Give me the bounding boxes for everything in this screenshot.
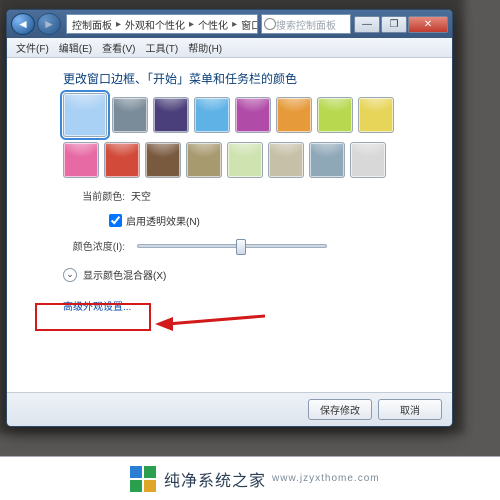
advanced-appearance-link[interactable]: 高级外观设置... bbox=[63, 298, 131, 313]
color-swatch[interactable] bbox=[153, 97, 189, 133]
intensity-label: 颜色浓度(I): bbox=[63, 238, 125, 253]
chevron-right-icon: ▸ bbox=[185, 19, 198, 30]
color-swatch[interactable] bbox=[194, 97, 230, 133]
transparency-label: 启用透明效果(N) bbox=[126, 213, 200, 228]
titlebar: ◄ ► 控制面板 ▸ 外观和个性化 ▸ 个性化 ▸ 窗口颜色和外观 搜索控制面板… bbox=[7, 10, 452, 38]
chevron-right-icon: ▸ bbox=[228, 19, 241, 30]
color-swatch[interactable] bbox=[235, 97, 271, 133]
dialog-footer: 保存修改 取消 bbox=[7, 392, 452, 426]
nav-forward-button[interactable]: ► bbox=[37, 13, 61, 35]
watermark: 纯净系统之家 www.jzyxthome.com bbox=[0, 456, 500, 500]
color-mixer-expander[interactable]: ⌄ 显示颜色混合器(X) bbox=[63, 267, 428, 282]
breadcrumb-seg[interactable]: 控制面板 bbox=[72, 17, 112, 32]
color-swatch[interactable] bbox=[276, 97, 312, 133]
intensity-slider[interactable] bbox=[137, 244, 327, 248]
save-button[interactable]: 保存修改 bbox=[308, 399, 372, 420]
color-row-2 bbox=[63, 142, 428, 178]
chevron-down-icon: ⌄ bbox=[63, 268, 77, 282]
transparency-checkbox[interactable] bbox=[109, 214, 122, 227]
personalization-window: ◄ ► 控制面板 ▸ 外观和个性化 ▸ 个性化 ▸ 窗口颜色和外观 搜索控制面板… bbox=[6, 9, 453, 427]
maximize-button[interactable]: ❐ bbox=[381, 16, 407, 33]
color-swatch[interactable] bbox=[112, 97, 148, 133]
menu-edit[interactable]: 编辑(E) bbox=[54, 40, 97, 55]
watermark-sub: www.jzyxthome.com bbox=[272, 473, 380, 484]
color-swatch[interactable] bbox=[268, 142, 304, 178]
color-swatch[interactable] bbox=[104, 142, 140, 178]
watermark-logo-icon bbox=[130, 466, 156, 492]
color-swatch[interactable] bbox=[145, 142, 181, 178]
menubar: 文件(F) 编辑(E) 查看(V) 工具(T) 帮助(H) bbox=[7, 38, 452, 58]
color-swatch[interactable] bbox=[309, 142, 345, 178]
menu-tools[interactable]: 工具(T) bbox=[140, 40, 183, 55]
breadcrumb-seg[interactable]: 窗口颜色和外观 bbox=[241, 17, 258, 32]
slider-thumb[interactable] bbox=[236, 239, 246, 255]
current-color-label: 当前颜色: bbox=[63, 188, 125, 203]
breadcrumb-seg[interactable]: 外观和个性化 bbox=[125, 17, 185, 32]
menu-view[interactable]: 查看(V) bbox=[97, 40, 140, 55]
watermark-text: 纯净系统之家 bbox=[164, 467, 266, 491]
breadcrumb-seg[interactable]: 个性化 bbox=[198, 17, 228, 32]
color-swatch[interactable] bbox=[227, 142, 263, 178]
color-swatch[interactable] bbox=[317, 97, 353, 133]
content-area: 更改窗口边框、「开始」菜单和任务栏的颜色 当前颜色: 天空 启用透明效果(N) … bbox=[7, 58, 452, 392]
search-input[interactable]: 搜索控制面板 bbox=[261, 14, 351, 34]
mixer-label: 显示颜色混合器(X) bbox=[83, 267, 166, 282]
page-title: 更改窗口边框、「开始」菜单和任务栏的颜色 bbox=[63, 70, 428, 87]
breadcrumb[interactable]: 控制面板 ▸ 外观和个性化 ▸ 个性化 ▸ 窗口颜色和外观 bbox=[66, 14, 258, 34]
nav-back-button[interactable]: ◄ bbox=[11, 13, 35, 35]
color-swatch[interactable] bbox=[63, 93, 107, 137]
current-color-value: 天空 bbox=[131, 188, 151, 203]
color-swatch[interactable] bbox=[186, 142, 222, 178]
close-button[interactable]: ✕ bbox=[408, 16, 448, 33]
menu-file[interactable]: 文件(F) bbox=[11, 40, 54, 55]
color-row-1 bbox=[63, 97, 428, 137]
cancel-button[interactable]: 取消 bbox=[378, 399, 442, 420]
color-swatch[interactable] bbox=[350, 142, 386, 178]
color-swatch[interactable] bbox=[63, 142, 99, 178]
chevron-right-icon: ▸ bbox=[112, 19, 125, 30]
color-swatch[interactable] bbox=[358, 97, 394, 133]
annotation-arrow-icon bbox=[155, 310, 265, 338]
menu-help[interactable]: 帮助(H) bbox=[183, 40, 227, 55]
minimize-button[interactable]: — bbox=[354, 16, 380, 33]
